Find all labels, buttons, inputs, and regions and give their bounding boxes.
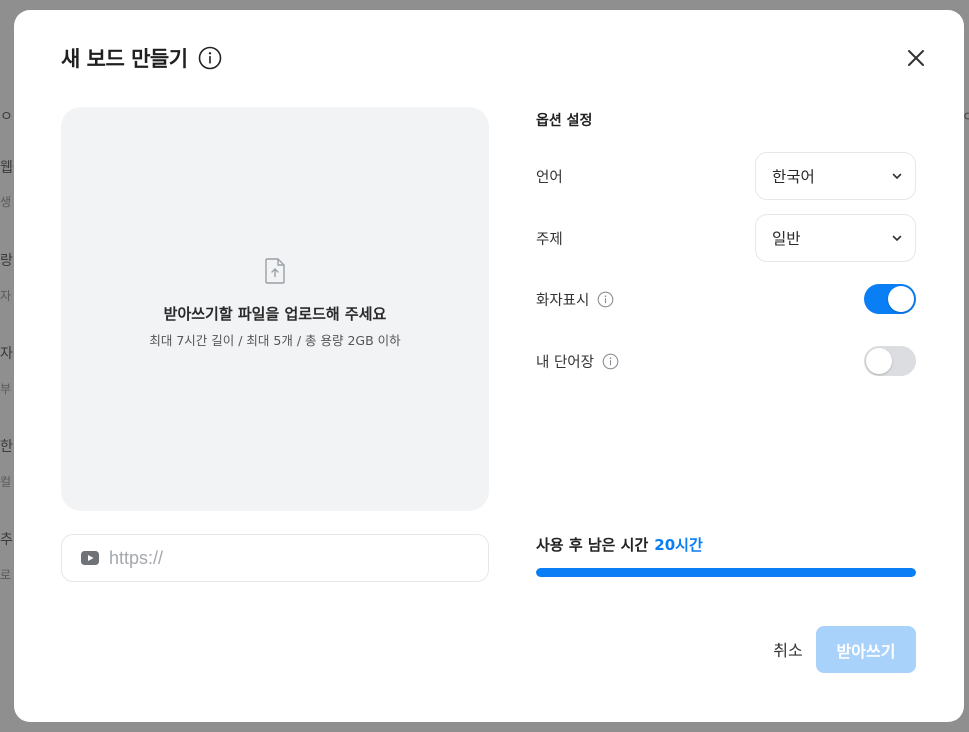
file-upload-icon [265,258,285,284]
upload-title: 받아쓰기할 파일을 업로드해 주세요 [163,305,387,323]
speaker-display-toggle[interactable] [864,284,916,314]
toggle-knob [866,348,892,374]
chevron-down-icon [892,173,902,179]
background-text: 부 [0,382,12,396]
chevron-down-icon [892,235,902,241]
background-text: 로 [0,568,12,582]
language-label: 언어 [536,169,563,186]
youtube-icon [81,551,99,565]
close-icon [908,50,924,66]
info-circle-icon[interactable] [198,46,222,70]
dialog-title: 새 보드 만들기 [61,47,188,71]
toggle-knob [888,286,914,312]
language-row: 언어 한국어 [536,152,916,200]
background-text: ㅇ [0,109,13,125]
remaining-time-fill [536,568,916,577]
info-circle-icon[interactable] [602,353,619,370]
background-text: 추 [0,532,13,548]
vocabulary-label: 내 단어장 [536,354,594,371]
topic-label: 주제 [536,231,563,248]
topic-select[interactable]: 일반 [755,214,916,262]
remaining-time-value: 20시간 [654,536,703,554]
info-circle-icon[interactable] [597,291,614,308]
speaker-display-label: 화자표시 [536,292,590,309]
language-value: 한국어 [772,168,815,186]
transcribe-button[interactable]: 받아쓰기 [816,626,916,673]
dialog-header: 새 보드 만들기 [61,42,222,74]
background-text: 자 [0,289,12,303]
language-select[interactable]: 한국어 [755,152,916,200]
close-button[interactable] [902,44,930,72]
vocabulary-toggle[interactable] [864,346,916,376]
create-board-dialog: 새 보드 만들기 받아쓰기할 파일을 업로드해 주세요 최대 7시간 길이 / … [14,10,964,722]
url-input[interactable] [109,547,488,569]
vocabulary-row: 내 단어장 [536,346,916,376]
speaker-display-row: 화자표시 [536,284,916,314]
remaining-time: 사용 후 남은 시간 20시간 [536,534,703,555]
topic-value: 일반 [772,230,801,248]
topic-row: 주제 일반 [536,214,916,262]
background-text: 컬 [0,475,12,489]
remaining-time-label: 사용 후 남은 시간 [536,536,649,554]
upload-limits: 최대 7시간 길이 / 최대 5개 / 총 용량 2GB 이하 [149,333,401,348]
url-field[interactable] [61,534,489,582]
options-title: 옵션 설정 [536,113,593,129]
background-text: 생 [0,195,12,209]
remaining-time-bar [536,568,916,577]
file-upload-dropzone[interactable]: 받아쓰기할 파일을 업로드해 주세요 최대 7시간 길이 / 최대 5개 / 총… [61,107,489,511]
